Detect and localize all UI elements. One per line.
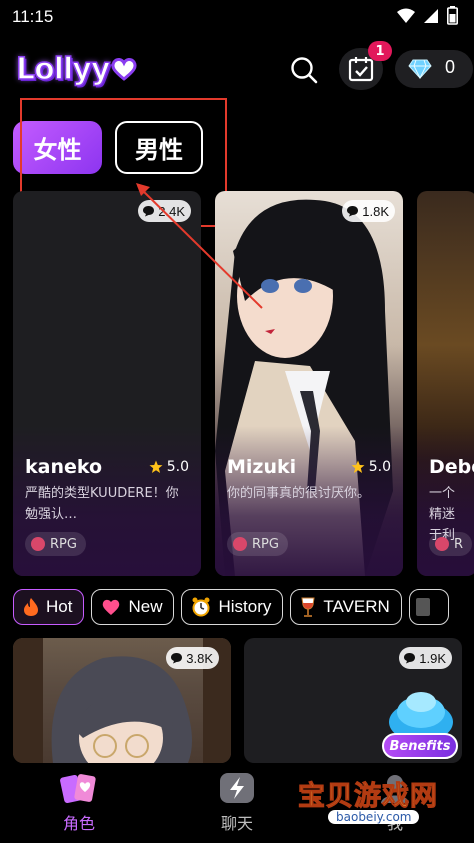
- gem-count: 0: [445, 57, 456, 77]
- nav-chat[interactable]: 聊天: [197, 771, 277, 834]
- nav-roles[interactable]: 角色: [39, 771, 119, 834]
- watermark: 宝贝游戏网 baobeiy.com: [298, 772, 448, 834]
- character-card[interactable]: 1.8K Mizuki 5.0 你的同事真的很讨厌你。 RPG: [215, 191, 403, 576]
- checkin-badge: 1: [368, 41, 392, 61]
- chat-count-badge: 1.8K: [342, 200, 395, 222]
- benefits-button[interactable]: Benefits: [382, 733, 458, 759]
- signal-icon: [424, 8, 438, 23]
- star-icon: [351, 460, 365, 473]
- rose-icon: [233, 537, 247, 551]
- logo-text: Lollyy: [15, 51, 111, 88]
- wine-glass-icon: [301, 597, 315, 617]
- chip-tavern[interactable]: TAVERN: [290, 589, 402, 625]
- chip-history[interactable]: History: [181, 589, 284, 625]
- chat-bubble-icon: [404, 653, 416, 664]
- chat-count-badge: 3.8K: [166, 647, 219, 669]
- character-rating: 5.0: [149, 459, 189, 475]
- character-card[interactable]: 2.4K kaneko 5.0 严酷的类型KUUDERE！你勉强认… RPG: [13, 191, 201, 576]
- character-name: Mizuki: [227, 456, 297, 478]
- chat-count-badge: 1.9K: [399, 647, 452, 669]
- chat-bubble-icon: [143, 206, 155, 217]
- watermark-url: baobeiy.com: [328, 810, 420, 824]
- alarm-clock-icon: [192, 597, 210, 617]
- character-rating: 5.0: [351, 459, 391, 475]
- watermark-text: 宝贝游戏网: [298, 781, 438, 813]
- character-tag: RPG: [25, 532, 86, 556]
- app-logo: Lollyy: [15, 50, 138, 88]
- character-tag: RPG: [227, 532, 288, 556]
- status-bar: 11:15: [0, 0, 474, 34]
- chip-more[interactable]: [408, 589, 449, 625]
- wifi-icon: [397, 8, 415, 23]
- diamond-icon: [408, 59, 432, 79]
- character-name: kaneko: [25, 456, 103, 478]
- heart-icon: [103, 599, 120, 615]
- character-card[interactable]: Debo 一个精迷于利 R: [417, 191, 474, 576]
- character-card[interactable]: 3.8K: [13, 638, 231, 763]
- rose-icon: [31, 537, 45, 551]
- battery-icon: [447, 6, 458, 25]
- chat-bolt-icon: [220, 773, 254, 803]
- character-tag: R: [429, 532, 473, 556]
- heart-logo-icon: [111, 58, 137, 81]
- search-icon: [291, 57, 318, 84]
- star-icon: [149, 460, 163, 473]
- chat-bubble-icon: [171, 653, 183, 664]
- film-icon: [415, 598, 430, 616]
- search-button[interactable]: [286, 52, 322, 88]
- calendar-check-icon: [348, 57, 374, 82]
- rose-icon: [435, 537, 449, 551]
- fire-icon: [24, 598, 38, 616]
- category-chips: Hot New History TAVERN: [13, 589, 449, 625]
- character-description: 你的同事真的很讨厌你。: [227, 486, 371, 501]
- character-name: Debo: [429, 456, 474, 478]
- character-description: 严酷的类型KUUDERE！你勉强认…: [25, 486, 179, 522]
- chip-new[interactable]: New: [91, 589, 175, 625]
- chat-count-badge: 2.4K: [138, 200, 191, 222]
- chip-hot[interactable]: Hot: [13, 589, 85, 625]
- gem-balance[interactable]: 0: [395, 50, 473, 88]
- chat-bubble-icon: [347, 206, 359, 217]
- cards-icon: [60, 774, 96, 804]
- status-time: 11:15: [12, 7, 54, 26]
